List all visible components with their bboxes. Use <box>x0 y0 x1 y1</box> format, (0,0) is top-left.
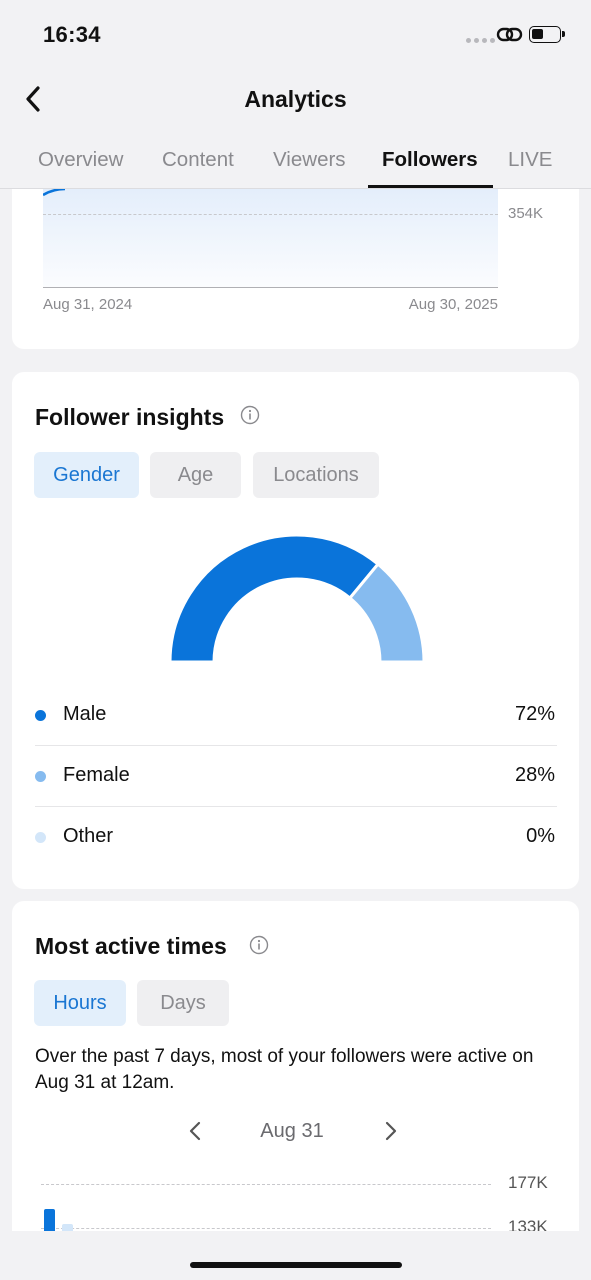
y-label-top: 177K <box>508 1173 548 1192</box>
gender-donut-chart <box>168 533 426 664</box>
legend-label-other: Other <box>63 825 114 847</box>
most-active-times-card: Most active times Hours Days Over the pa… <box>12 901 579 1231</box>
signal-icon <box>466 38 495 43</box>
info-icon[interactable] <box>240 405 260 425</box>
status-time: 16:34 <box>43 22 101 47</box>
legend-label-male: Male <box>63 703 107 725</box>
chart-x-axis <box>43 287 498 288</box>
tab-content[interactable]: Content <box>162 148 234 172</box>
tab-viewers[interactable]: Viewers <box>273 148 346 172</box>
grid-line-mid <box>41 1228 491 1229</box>
legend-dot-male <box>35 710 46 721</box>
chart-start-date: Aug 31, 2024 <box>43 296 133 313</box>
follower-growth-card: 354K Aug 31, 2024 Aug 30, 2025 <box>12 189 579 349</box>
active-times-description: Over the past 7 days, most of your follo… <box>35 1046 534 1093</box>
active-tab-hours[interactable]: Hours <box>34 980 126 1026</box>
date-navigator: Aug 31 <box>12 1117 579 1147</box>
legend-value-other: 0% <box>526 825 555 847</box>
follower-insights-card: Follower insights Gender Age Locations M… <box>12 372 579 889</box>
chart-end-date: Aug 30, 2025 <box>408 296 498 313</box>
chart-line <box>43 189 66 197</box>
legend-dot-female <box>35 771 46 782</box>
battery-level <box>532 29 543 39</box>
home-indicator[interactable] <box>190 1262 402 1268</box>
tab-followers[interactable]: Followers <box>382 148 478 172</box>
donut-slice-male <box>168 533 381 664</box>
current-date: Aug 31 <box>260 1120 324 1142</box>
active-hour-bar <box>44 1209 55 1231</box>
nav-header: Analytics <box>0 70 591 130</box>
legend-row-male: Male 72% <box>35 685 557 746</box>
chart-reference-line <box>43 214 498 215</box>
active-hour-bar <box>62 1224 73 1231</box>
chart-area-fill <box>43 189 498 287</box>
legend-row-female: Female 28% <box>35 746 557 807</box>
status-bar: 16:34 <box>0 0 591 70</box>
legend-label-female: Female <box>63 764 130 786</box>
active-tab-days[interactable]: Days <box>137 980 229 1026</box>
y-label-mid: 133K <box>508 1217 548 1231</box>
tab-bar: Overview Content Viewers Followers LIVE <box>0 130 591 189</box>
legend-row-other: Other 0% <box>35 807 557 868</box>
legend-value-female: 28% <box>514 764 555 786</box>
tab-live[interactable]: LIVE <box>508 148 552 172</box>
legend-dot-other <box>35 832 46 843</box>
tab-active-indicator <box>368 185 493 188</box>
chevron-right-icon[interactable] <box>384 1120 398 1142</box>
insights-tab-locations[interactable]: Locations <box>253 452 379 498</box>
insights-tab-gender[interactable]: Gender <box>34 452 139 498</box>
insights-title: Follower insights <box>35 404 225 430</box>
legend-value-male: 72% <box>514 703 555 725</box>
grid-line-top <box>41 1184 491 1185</box>
link-icon <box>496 27 523 42</box>
insights-tab-age[interactable]: Age <box>150 452 241 498</box>
info-icon[interactable] <box>249 935 269 955</box>
tab-overview[interactable]: Overview <box>38 148 123 172</box>
chart-reference-label: 354K <box>508 205 544 222</box>
active-times-title: Most active times <box>35 933 227 959</box>
page-title: Analytics <box>244 86 347 112</box>
battery-icon <box>529 26 565 43</box>
